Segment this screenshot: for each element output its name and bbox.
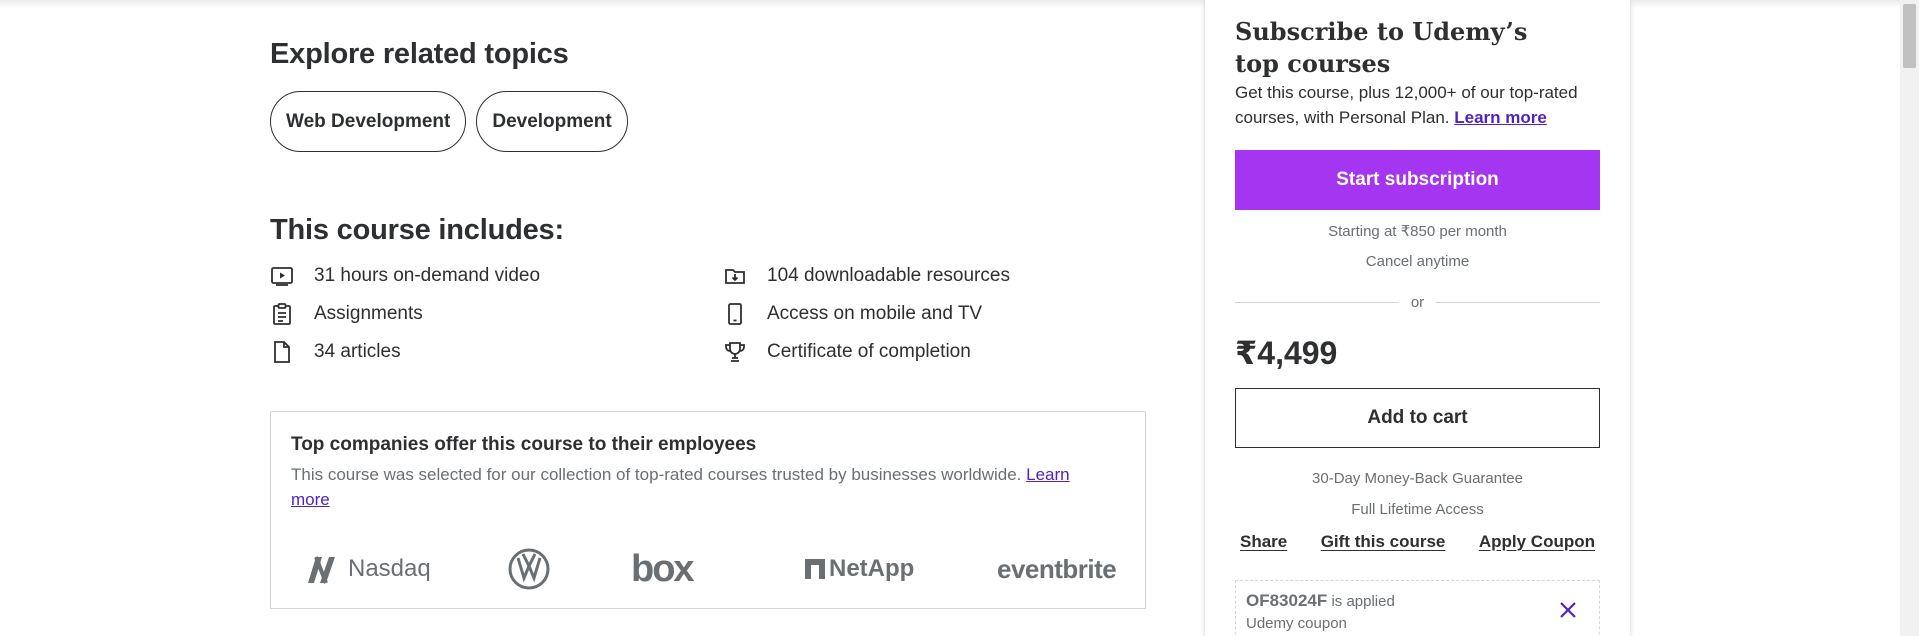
include-item-articles: 34 articles — [270, 338, 401, 366]
divider-line — [1436, 301, 1600, 303]
related-topics-title: Explore related topics — [270, 38, 569, 70]
company-logos: Nasdaq box NetApp eventbrite — [291, 544, 1127, 594]
topic-chip-web-development[interactable]: Web Development — [270, 91, 467, 152]
course-includes-title: This course includes: — [270, 214, 564, 246]
or-divider: or — [1235, 292, 1600, 312]
coupon-applied-text: is applied — [1331, 593, 1395, 610]
course-price: ₹4,499 — [1235, 335, 1338, 371]
topic-chip-development[interactable]: Development — [476, 91, 628, 152]
include-item-certificate: Certificate of completion — [723, 338, 971, 366]
lifetime-access: Full Lifetime Access — [1351, 501, 1484, 518]
add-to-cart-button[interactable]: Add to cart — [1235, 388, 1600, 448]
top-companies-box: Top companies offer this course to their… — [270, 411, 1146, 609]
mobile-icon — [723, 302, 747, 326]
cancel-anytime-note: Cancel anytime — [1365, 253, 1470, 270]
coupon-code-line: OF83024F is applied — [1246, 591, 1395, 611]
include-label: Assignments — [314, 303, 423, 324]
include-label: Access on mobile and TV — [767, 303, 983, 324]
remove-coupon-close-icon[interactable] — [1557, 599, 1579, 621]
assignment-icon — [270, 302, 294, 326]
subscribe-learn-more-link[interactable]: Learn more — [1454, 108, 1547, 127]
coupon-code: OF83024F — [1246, 591, 1328, 610]
include-item-assignments: Assignments — [270, 300, 423, 328]
trophy-icon — [723, 340, 747, 364]
page-scrollbar[interactable] — [1900, 0, 1919, 636]
eventbrite-logo: eventbrite — [997, 553, 1117, 584]
include-label: 104 downloadable resources — [767, 265, 1010, 286]
top-companies-text: This course was selected for our collect… — [291, 462, 1111, 512]
download-folder-icon — [723, 264, 747, 288]
scrollbar-thumb[interactable] — [1903, 4, 1916, 68]
money-back-guarantee: 30-Day Money-Back Guarantee — [1312, 470, 1523, 487]
divider-line — [1235, 301, 1399, 303]
subscription-price-note: Starting at ₹850 per month — [1328, 223, 1507, 240]
top-companies-title: Top companies offer this course to their… — [291, 434, 757, 455]
sidebar-action-links: Share Gift this course Apply Coupon — [1235, 532, 1600, 552]
top-companies-description: This course was selected for our collect… — [291, 465, 1022, 484]
volkswagen-logo — [508, 544, 550, 594]
file-icon — [270, 340, 294, 364]
subscribe-title: Subscribe to Udemy’s top courses — [1235, 17, 1528, 78]
gift-course-link[interactable]: Gift this course — [1321, 532, 1446, 552]
share-link[interactable]: Share — [1240, 532, 1287, 552]
netapp-logo: NetApp — [805, 544, 914, 594]
applied-coupon-box: OF83024F is applied Udemy coupon — [1235, 580, 1600, 636]
nasdaq-logo-text: Nasdaq — [348, 555, 431, 582]
include-item-mobile: Access on mobile and TV — [723, 300, 982, 328]
coupon-type: Udemy coupon — [1246, 615, 1347, 632]
apply-coupon-link[interactable]: Apply Coupon — [1479, 532, 1595, 552]
purchase-sidebar: Subscribe to Udemy’s top courses Get thi… — [1205, 0, 1630, 636]
video-icon — [270, 264, 294, 288]
topic-chips: Web Development Development — [270, 91, 628, 152]
include-item-resources: 104 downloadable resources — [723, 262, 1010, 290]
box-logo: box — [631, 547, 695, 590]
subscribe-description: Get this course, plus 12,000+ of our top… — [1235, 80, 1600, 130]
netapp-logo-text: NetApp — [829, 555, 915, 582]
or-label: or — [1410, 293, 1425, 311]
include-label: 31 hours on-demand video — [314, 265, 541, 286]
include-item-video: 31 hours on-demand video — [270, 262, 540, 290]
include-label: Certificate of completion — [767, 341, 971, 362]
nasdaq-logo: Nasdaq — [306, 544, 431, 594]
include-label: 34 articles — [314, 341, 401, 362]
start-subscription-button[interactable]: Start subscription — [1235, 150, 1600, 210]
